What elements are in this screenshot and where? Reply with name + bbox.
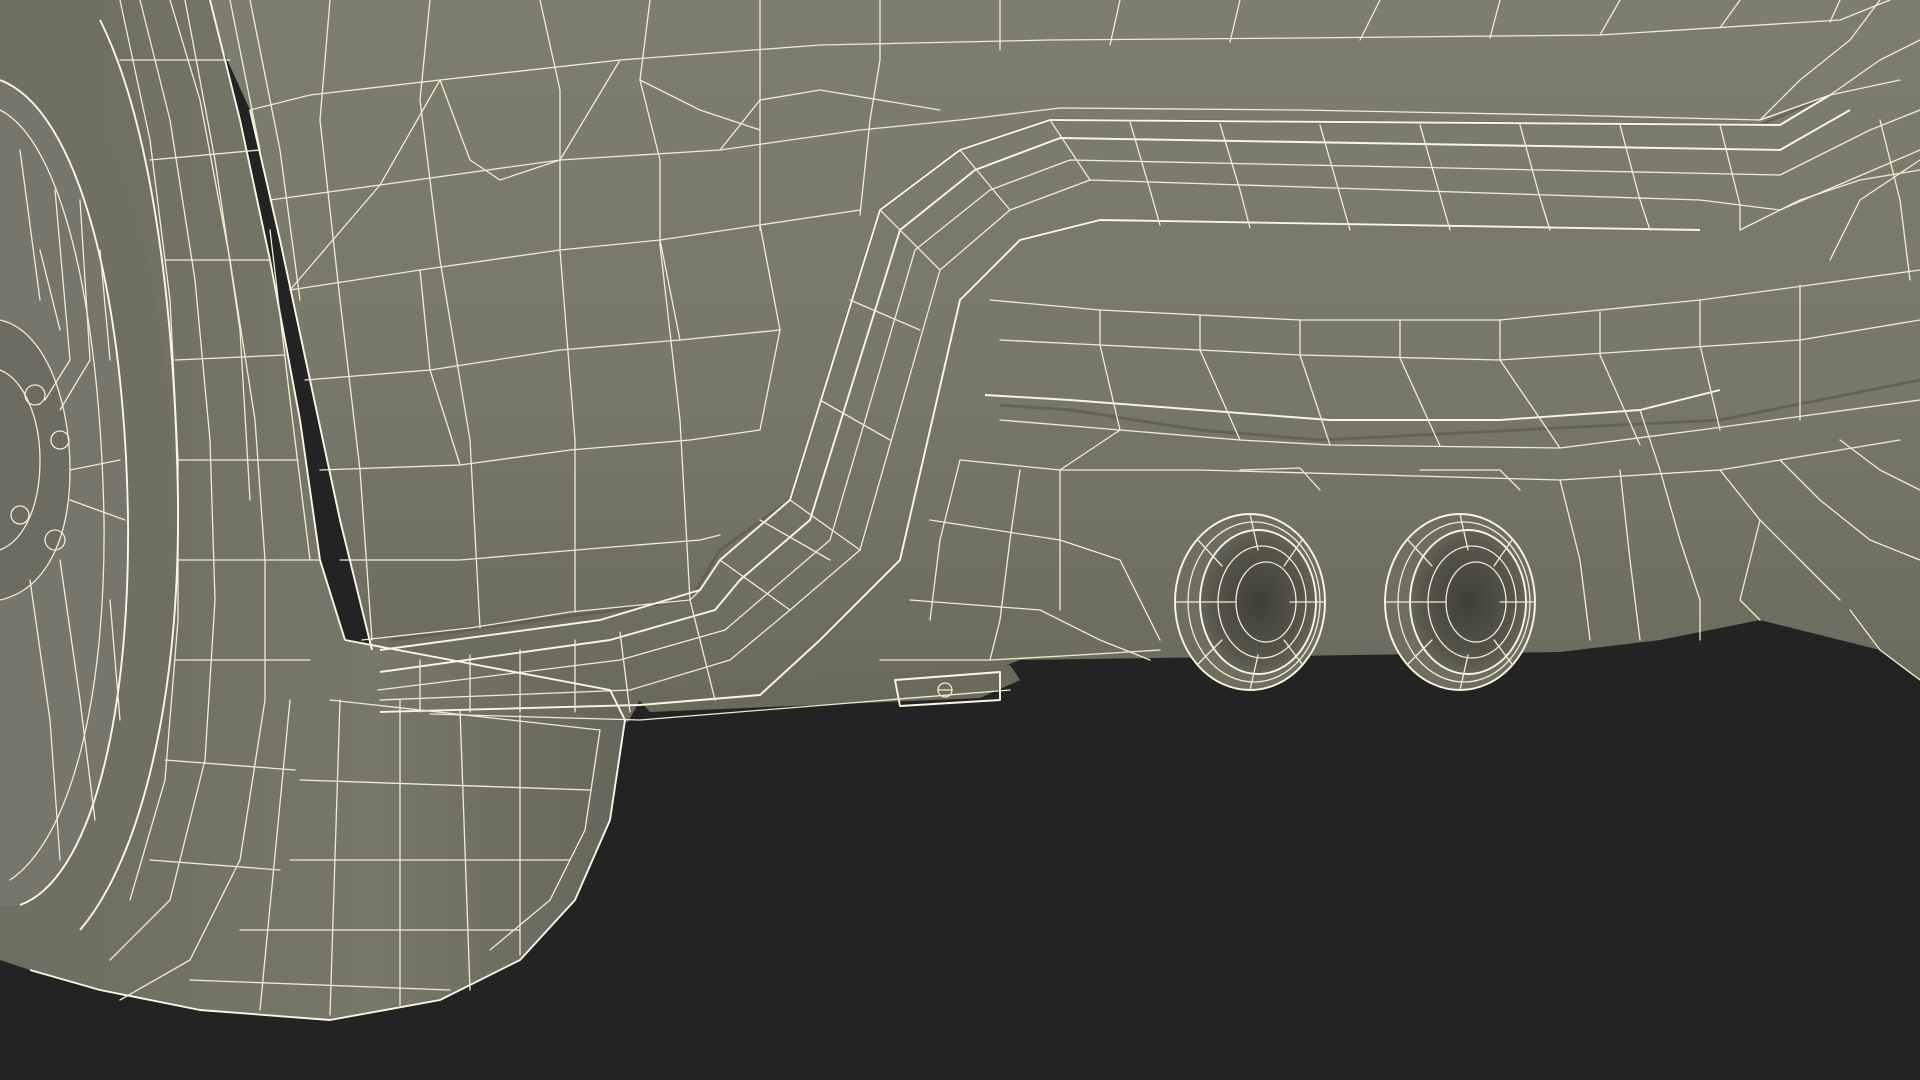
wireframe-render (0, 0, 1920, 1080)
render-viewport (0, 0, 1920, 1080)
